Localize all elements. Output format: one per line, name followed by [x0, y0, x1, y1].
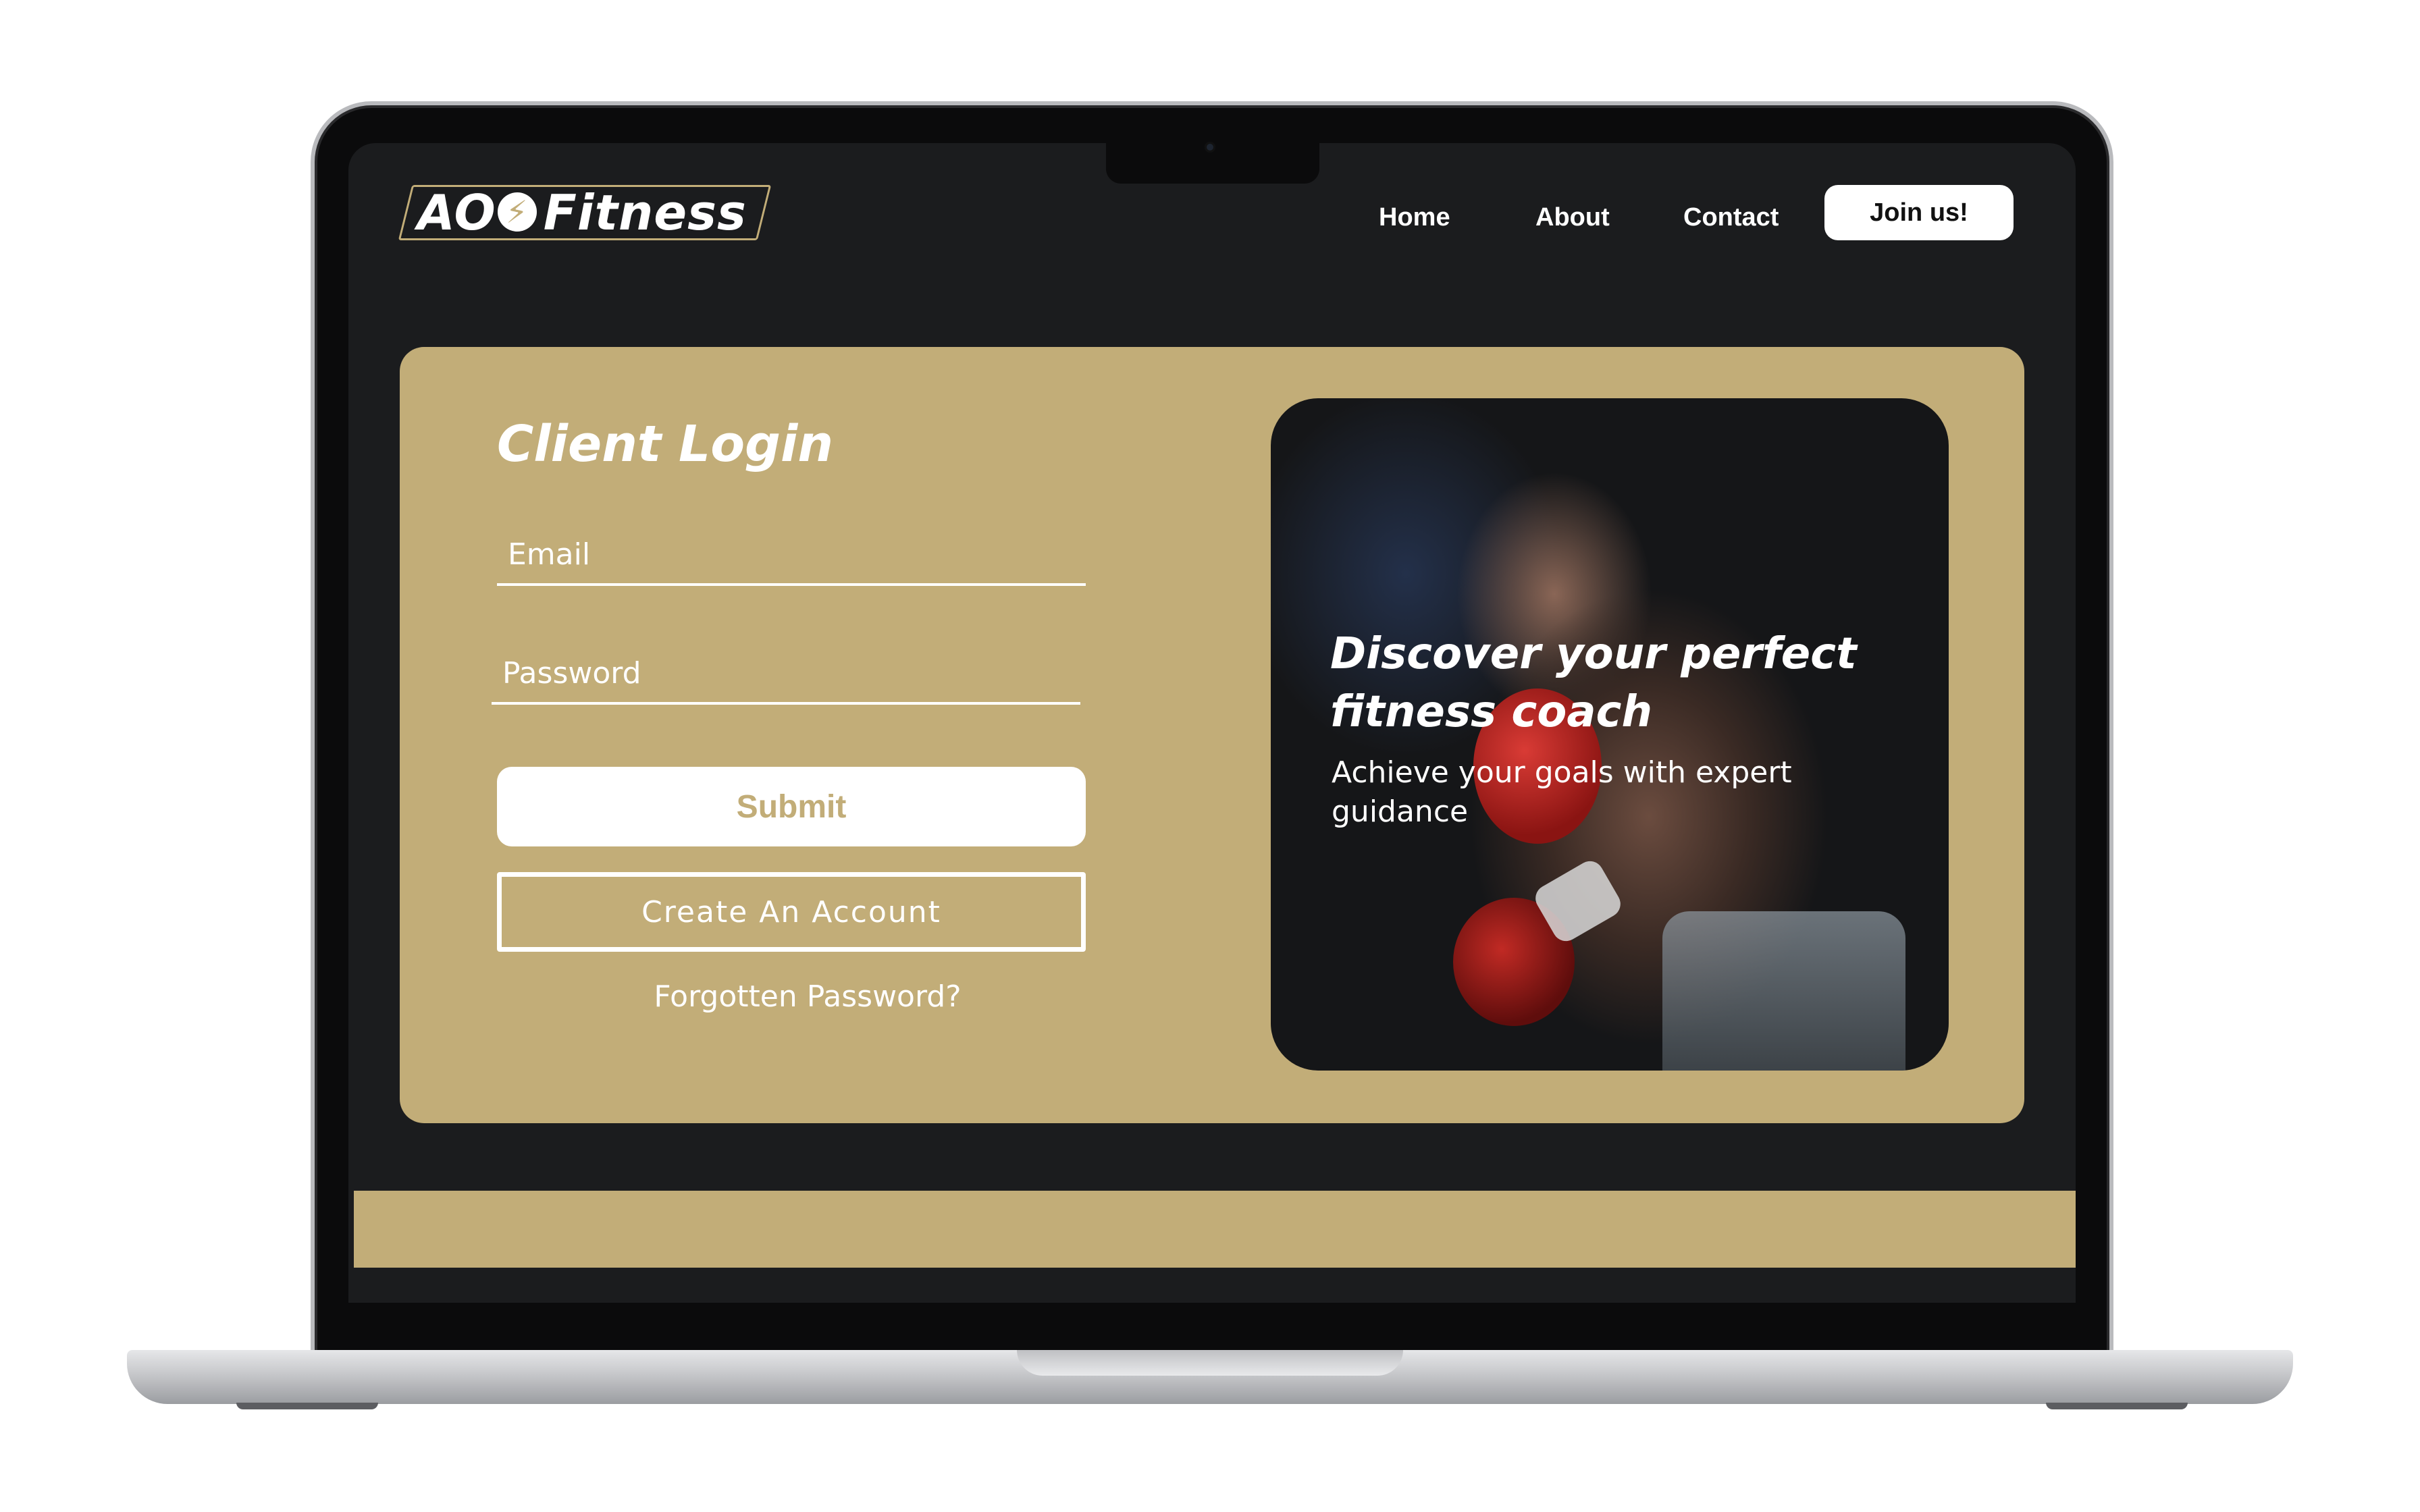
logo-prefix: AO	[417, 184, 496, 241]
logo-name: Fitness	[543, 184, 747, 241]
join-us-button[interactable]: Join us!	[1824, 185, 2014, 240]
laptop-foot	[236, 1403, 378, 1409]
create-account-button[interactable]: Create An Account	[497, 872, 1086, 952]
lightning-bolt-icon: ⚡	[497, 192, 537, 232]
email-field[interactable]	[497, 525, 1086, 586]
nav-link-home[interactable]: Home	[1379, 197, 1450, 238]
hero-image-panel: Discover your perfect fitness coach Achi…	[1271, 398, 1949, 1071]
page-title: Client Login	[497, 415, 834, 473]
laptop-base-notch	[1017, 1350, 1403, 1376]
submit-button[interactable]: Submit	[497, 767, 1086, 846]
brand-logo[interactable]: AO ⚡ Fitness	[417, 184, 747, 242]
hero-heading: Discover your perfect fitness coach	[1330, 629, 1857, 737]
hero-subheading: Achieve your goals with expert guidance	[1332, 755, 1792, 829]
boxer-shorts-image	[1662, 911, 1905, 1071]
laptop-screen: AO ⚡ Fitness Home About Contact Join us! C…	[348, 143, 2076, 1303]
footer-strip	[354, 1191, 2076, 1268]
forgot-password-link[interactable]: Forgotten Password?	[497, 973, 1118, 1021]
camera-icon	[1205, 142, 1215, 153]
password-field[interactable]	[492, 644, 1080, 705]
login-card: Client Login Submit Create An Account Fo…	[400, 347, 2024, 1123]
laptop-foot	[2046, 1403, 2188, 1409]
nav-link-contact[interactable]: Contact	[1683, 197, 1779, 238]
nav-link-about[interactable]: About	[1535, 197, 1610, 238]
